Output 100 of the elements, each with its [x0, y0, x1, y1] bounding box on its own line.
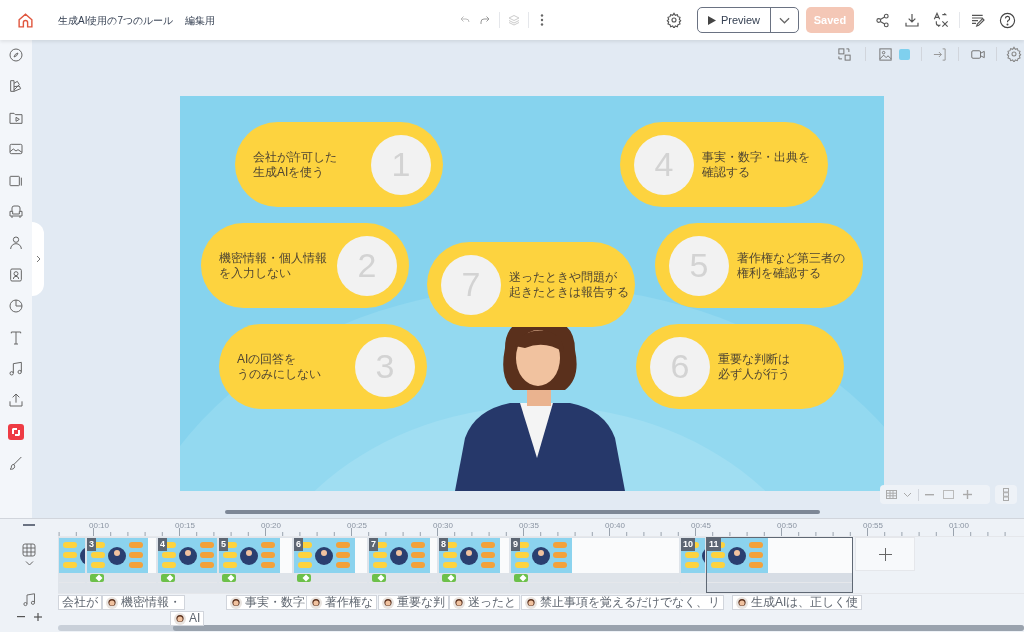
scene-clip[interactable]: 9 [510, 537, 680, 593]
thumbnail-drawing [707, 538, 768, 573]
time-label: 00:55 [863, 520, 884, 532]
thumbnail-drawing [511, 538, 572, 573]
more-icon[interactable] [540, 14, 544, 26]
notes-edit-icon[interactable] [970, 12, 986, 28]
translate-icon[interactable] [933, 12, 949, 28]
time-label: 00:50 [777, 520, 798, 532]
project-subtitle: 編集用 [185, 13, 215, 28]
transition-toggle[interactable] [297, 573, 311, 582]
transition-toggle[interactable] [161, 573, 175, 582]
scene-number: 11 [707, 538, 721, 551]
chevron-down-icon[interactable] [903, 491, 912, 498]
image-icon[interactable] [878, 46, 893, 62]
upload-icon[interactable] [8, 392, 24, 409]
help-icon[interactable] [999, 11, 1016, 29]
layers-icon[interactable] [508, 14, 520, 26]
time-label: 00:20 [261, 520, 282, 532]
grid-icon[interactable] [886, 490, 897, 499]
panel-toggle-handle[interactable] [32, 222, 44, 296]
scene-number: 4 [158, 538, 167, 551]
thumbnail-drawing [158, 538, 217, 573]
transition-toggle[interactable] [222, 573, 236, 582]
time-label: 01:00 [949, 520, 970, 532]
rule-text: 生成AIを使う [253, 164, 325, 180]
video-track-icon[interactable] [21, 542, 37, 558]
enter-icon[interactable] [932, 46, 947, 62]
scene-clip[interactable]: 8 [438, 537, 510, 593]
scene-number: 9 [511, 538, 520, 551]
rule-text: 機密情報・個人情報 [219, 250, 327, 266]
download-icon[interactable] [904, 12, 920, 28]
scene-clip[interactable]: 4 [157, 537, 218, 593]
audio-clip[interactable]: 事実・数字 [226, 595, 309, 610]
rule-text: うのみにしない [237, 366, 321, 382]
transition-toggle[interactable] [372, 573, 386, 582]
scene-clip[interactable]: 3 [86, 537, 157, 593]
time-label: 00:45 [691, 520, 712, 532]
audio-clip-text: 事実・数字 [245, 596, 305, 609]
audio-clip-text: 禁止事項を覚えるだけでなく、リ [540, 596, 720, 609]
scene-clip[interactable]: 6 [293, 537, 368, 593]
thumbnail-drawing [369, 538, 430, 573]
audio-clip[interactable]: AI [170, 611, 205, 626]
audio-clip[interactable]: 迷ったと [449, 595, 520, 610]
redo-icon[interactable] [479, 14, 491, 26]
scene-number: 7 [369, 538, 378, 551]
zoom-in-icon[interactable] [963, 490, 972, 499]
scene-clip[interactable] [58, 537, 86, 593]
chevron-right-icon [35, 255, 41, 263]
share-icon[interactable] [875, 12, 890, 28]
transition-toggle[interactable] [90, 573, 104, 582]
time-label: 00:10 [89, 520, 110, 532]
zoom-in-icon[interactable] [33, 613, 42, 621]
scene-clip[interactable]: 10 [680, 537, 706, 593]
audio-clip[interactable]: 会社が [58, 595, 102, 610]
canvas-scrollbar[interactable] [225, 510, 820, 514]
music-icon[interactable] [21, 592, 37, 608]
transition-toggle[interactable] [442, 573, 456, 582]
time-label: 00:40 [605, 520, 626, 532]
brush-icon[interactable] [8, 455, 24, 472]
chair-icon[interactable] [8, 203, 24, 220]
text-icon[interactable] [8, 329, 24, 346]
swap-layout-icon[interactable] [837, 46, 852, 62]
thumbnail-drawing [439, 538, 500, 573]
audio-clip-text: 迷ったと [468, 596, 516, 609]
audio-clip[interactable]: 禁止事項を覚えるだけでなく、リ [521, 595, 724, 610]
transition-toggle[interactable] [514, 573, 528, 582]
settings-icon[interactable] [666, 12, 682, 28]
thumbnail-drawing [87, 538, 148, 573]
avatar-card-icon[interactable] [8, 266, 24, 283]
timeline-scrollbar[interactable] [58, 625, 1024, 631]
avatar-icon [453, 596, 465, 609]
vertical-layout-icon[interactable] [1003, 488, 1009, 501]
audio-clip[interactable]: 機密情報・ [102, 595, 185, 610]
audio-clip-text: 重要な判 [397, 596, 445, 609]
fit-screen-icon[interactable] [943, 490, 954, 499]
person-icon[interactable] [8, 235, 24, 252]
swatches-icon[interactable] [8, 78, 24, 95]
time-label: 00:35 [519, 520, 540, 532]
audio-clip[interactable]: 生成AIは、正しく使 [732, 595, 863, 610]
plus-icon [878, 547, 892, 561]
scene-clip[interactable]: 7 [368, 537, 438, 593]
home-icon[interactable] [17, 11, 34, 29]
music-icon[interactable] [8, 360, 24, 377]
background-color-swatch[interactable] [899, 48, 910, 60]
audio-clip-text: AI [189, 612, 201, 625]
scene-number: 6 [294, 538, 303, 551]
avatar-icon [382, 596, 394, 609]
audio-clip[interactable]: 著作権な [306, 595, 377, 610]
resize-handle[interactable] [23, 524, 35, 526]
audio-clip[interactable]: 重要な判 [378, 595, 449, 610]
compass-icon[interactable] [8, 47, 24, 63]
avatar-icon [174, 612, 186, 625]
scene-number: 3 [87, 538, 96, 551]
pie-chart-icon[interactable] [8, 298, 24, 315]
rule-text: 確認する [702, 164, 750, 180]
rule-text: 必ず人が行う [718, 366, 790, 382]
scene-clip[interactable]: 5 [218, 537, 293, 593]
chevron-down-icon[interactable] [24, 561, 34, 566]
scene-clip[interactable]: 11 [706, 537, 853, 593]
app-logo-icon[interactable] [8, 423, 24, 440]
